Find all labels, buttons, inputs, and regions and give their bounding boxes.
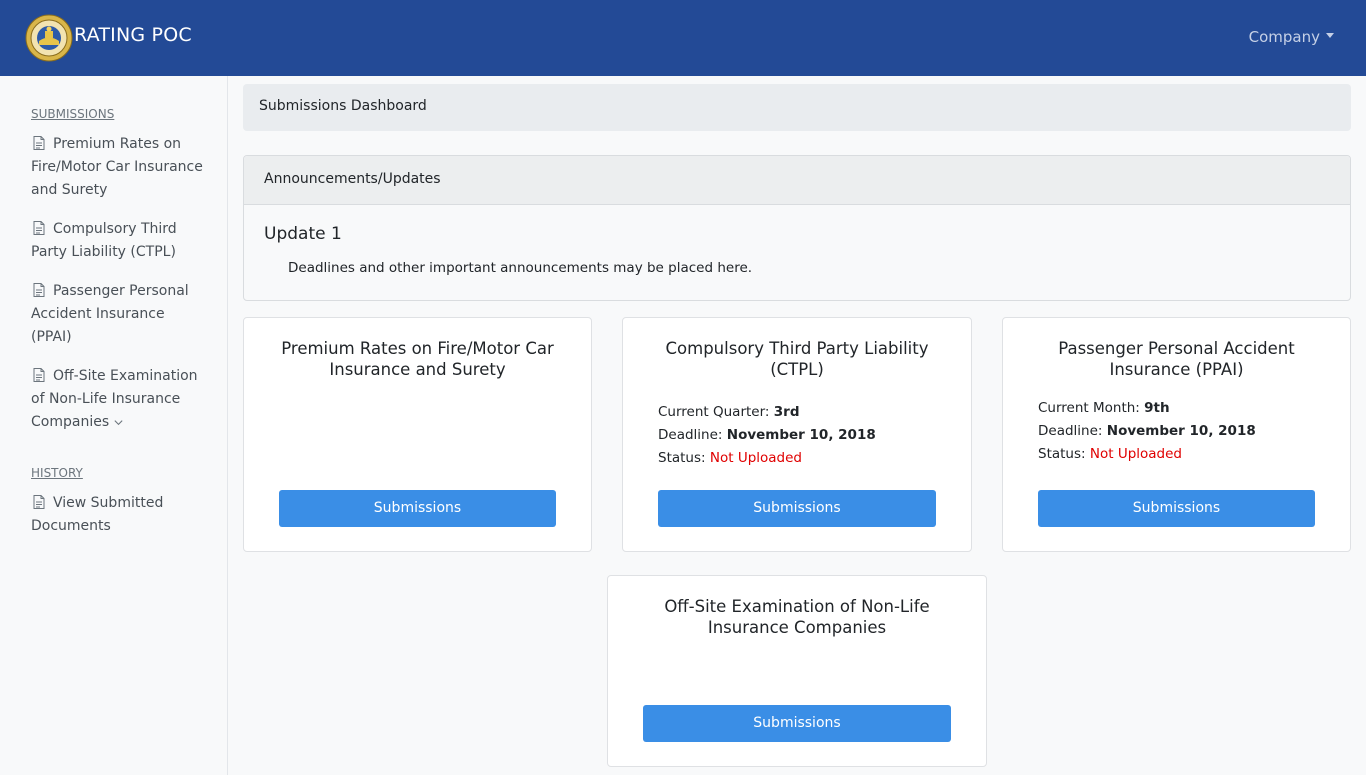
company-dropdown[interactable]: Company: [1249, 28, 1334, 46]
chevron-down-icon[interactable]: [113, 417, 124, 428]
status-value: Not Uploaded: [709, 450, 802, 466]
deadline-label: Deadline:: [1038, 423, 1103, 439]
status-label: Status:: [1038, 446, 1086, 462]
company-dropdown-label: Company: [1248, 28, 1320, 46]
announcements-header: Announcements/Updates: [244, 156, 1350, 205]
document-icon: [33, 368, 45, 382]
app-title[interactable]: RATING POC: [74, 24, 192, 46]
card-ppai: Passenger Personal Accident Insurance (P…: [1002, 317, 1351, 552]
sidebar-item-label: View Submitted Documents: [31, 495, 164, 534]
period-value: 3rd: [773, 404, 800, 420]
submissions-button[interactable]: Submissions: [1038, 490, 1315, 527]
deadline-value: November 10, 2018: [1106, 423, 1256, 439]
caret-down-icon: [1326, 33, 1334, 38]
card-title: Compulsory Third Party Liability (CTPL): [665, 339, 929, 379]
card-title: Off-Site Examination of Non-Life Insuran…: [664, 597, 930, 637]
document-icon: [33, 221, 45, 235]
breadcrumb: Submissions Dashboard: [243, 84, 1351, 131]
card-title: Premium Rates on Fire/Motor Car Insuranc…: [281, 339, 554, 379]
announcement-title: Update 1: [264, 224, 342, 244]
commission-seal-logo[interactable]: [25, 14, 73, 62]
sidebar-item-label: Passenger Personal Accident Insurance (P…: [31, 283, 189, 345]
announcement-body: Deadlines and other important announceme…: [288, 260, 753, 276]
deadline-label: Deadline:: [658, 427, 723, 443]
page-title: Submissions Dashboard: [259, 98, 427, 114]
card-info: Current Month: 9th Deadline: November 10…: [1038, 397, 1256, 466]
status-row: Status: Not Uploaded: [658, 447, 876, 470]
period-value: 9th: [1144, 400, 1170, 416]
period-label: Current Quarter:: [658, 404, 770, 420]
sidebar-item-ctpl[interactable]: Compulsory Third Party Liability (CTPL): [31, 218, 206, 264]
submissions-button[interactable]: Submissions: [643, 705, 951, 742]
status-label: Status:: [658, 450, 706, 466]
document-icon: [33, 495, 45, 509]
sidebar-item-view-submitted[interactable]: View Submitted Documents: [31, 492, 206, 538]
top-navbar: RATING POC Company: [0, 0, 1366, 76]
card-title: Passenger Personal Accident Insurance (P…: [1058, 339, 1295, 379]
sidebar-heading-history: HISTORY: [31, 466, 83, 480]
sidebar-item-ppai[interactable]: Passenger Personal Accident Insurance (P…: [31, 280, 206, 349]
sidebar-item-label: Premium Rates on Fire/Motor Car Insuranc…: [31, 136, 203, 198]
sidebar-heading-submissions: SUBMISSIONS: [31, 107, 115, 121]
announcements-panel: Announcements/Updates Update 1 Deadlines…: [243, 155, 1351, 301]
card-offsite-examination: Off-Site Examination of Non-Life Insuran…: [607, 575, 987, 767]
card-info: Current Quarter: 3rd Deadline: November …: [658, 401, 876, 470]
submissions-button[interactable]: Submissions: [658, 490, 936, 527]
deadline-row: Deadline: November 10, 2018: [1038, 420, 1256, 443]
status-value: Not Uploaded: [1089, 446, 1182, 462]
card-ctpl: Compulsory Third Party Liability (CTPL) …: [622, 317, 972, 552]
sidebar-item-label: Compulsory Third Party Liability (CTPL): [31, 221, 177, 260]
deadline-row: Deadline: November 10, 2018: [658, 424, 876, 447]
submissions-button[interactable]: Submissions: [279, 490, 556, 527]
sidebar-item-premium-rates[interactable]: Premium Rates on Fire/Motor Car Insuranc…: [31, 133, 206, 202]
card-premium-rates: Premium Rates on Fire/Motor Car Insuranc…: [243, 317, 592, 552]
status-row: Status: Not Uploaded: [1038, 443, 1256, 466]
sidebar: SUBMISSIONS Premium Rates on Fire/Motor …: [0, 76, 228, 775]
document-icon: [33, 136, 45, 150]
period-label: Current Month:: [1038, 400, 1140, 416]
deadline-value: November 10, 2018: [726, 427, 876, 443]
announcements-header-label: Announcements/Updates: [264, 171, 441, 187]
period-row: Current Month: 9th: [1038, 397, 1256, 420]
sidebar-item-offsite-examination[interactable]: Off-Site Examination of Non-Life Insuran…: [31, 365, 206, 434]
document-icon: [33, 283, 45, 297]
period-row: Current Quarter: 3rd: [658, 401, 876, 424]
